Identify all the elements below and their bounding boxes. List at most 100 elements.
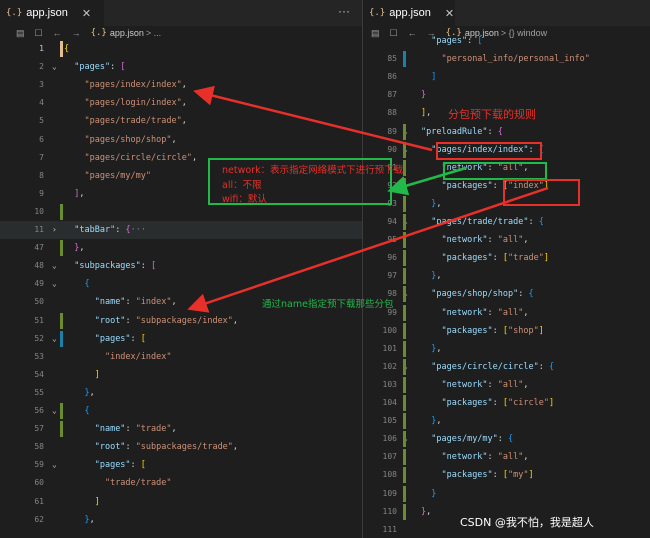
code-line[interactable]: 55 },	[0, 384, 362, 402]
code-line[interactable]: 1{	[0, 40, 362, 58]
close-icon[interactable]: ✕	[82, 7, 91, 20]
code-line[interactable]: 99 "network": "all",	[363, 304, 650, 322]
code-line[interactable]: "pages": [	[363, 32, 650, 50]
left-file-tab[interactable]: {.} app.json ✕	[0, 0, 104, 26]
code-line[interactable]: 2 ⌄ "pages": [	[0, 58, 362, 76]
split-editor-icon[interactable]: ▤	[16, 28, 25, 39]
code-line[interactable]: 95 "network": "all",	[363, 231, 650, 249]
code-line[interactable]: 102⌄ "pages/circle/circle": {	[363, 358, 650, 376]
code-line[interactable]: 61 ]	[0, 493, 362, 511]
code-line[interactable]: 56 ⌄ {	[0, 402, 362, 420]
json-key: "subpackages"	[74, 261, 141, 272]
code-line[interactable]: 101 },	[363, 340, 650, 358]
code-line[interactable]: 52 ⌄ "pages": [	[0, 330, 362, 348]
code-line[interactable]: 105 },	[363, 412, 650, 430]
json-string: "all"	[497, 452, 524, 463]
more-actions-icon[interactable]: ···	[338, 4, 350, 18]
line-number: 88	[387, 108, 397, 118]
json-punct: ,	[171, 424, 177, 435]
left-code-editor[interactable]: 1{2 ⌄ "pages": [3 "pages/index/index", 4 "…	[0, 40, 362, 538]
code-line[interactable]: 11 › "tabBar": {···	[0, 221, 362, 239]
code-line[interactable]: 58 "root": "subpackages/trade",	[0, 438, 362, 456]
json-string: "circle"	[508, 398, 549, 408]
code-line[interactable]: 3 "pages/index/index",	[0, 76, 362, 94]
json-string: "subpackages/index"	[135, 315, 233, 326]
code-text: "packages": ["trade"]	[421, 249, 549, 267]
git-change-marker	[403, 286, 406, 303]
code-line[interactable]: 86 ]	[363, 68, 650, 86]
git-change-marker	[60, 421, 63, 438]
back-arrow-icon[interactable]: ←	[53, 28, 62, 38]
json-key: "network"	[441, 235, 488, 246]
json-string: "trade"	[508, 253, 544, 264]
bookmark-icon[interactable]: ☐	[35, 28, 43, 39]
code-line[interactable]: 62 },	[0, 511, 362, 529]
code-line[interactable]: 87}	[363, 86, 650, 104]
json-string: "personal_info/personal_info"	[441, 54, 590, 65]
line-number: 50	[34, 297, 44, 307]
close-icon[interactable]: ✕	[445, 7, 454, 20]
code-line[interactable]: 5 "pages/trade/trade",	[0, 112, 362, 130]
code-line[interactable]: 96 "packages": ["trade"]	[363, 249, 650, 267]
json-key: "name"	[94, 297, 126, 308]
json-key: "pages/my/my"	[431, 434, 498, 445]
json-string: "pages/my/my"	[84, 170, 152, 181]
breadcrumb-path[interactable]: > ...	[146, 28, 161, 38]
code-line[interactable]: 106⌄ "pages/my/my": {	[363, 430, 650, 448]
code-line[interactable]: 89⌄"preloadRule": {	[363, 123, 650, 141]
code-line[interactable]: 104 "packages": ["circle"]	[363, 394, 650, 412]
code-line[interactable]: 49 ⌄ {	[0, 275, 362, 293]
chevron-down-icon[interactable]: ⌄	[52, 456, 57, 474]
code-text: ],	[421, 104, 431, 122]
json-punct: ,	[79, 243, 85, 254]
chevron-down-icon[interactable]: ⌄	[52, 402, 57, 420]
git-change-marker	[403, 141, 406, 158]
chevron-down-icon[interactable]: ⌄	[52, 58, 57, 76]
code-text: "index/index"	[64, 348, 172, 366]
code-line[interactable]: 100 "packages": ["shop"]	[363, 322, 650, 340]
code-text: "tabBar": {···	[64, 221, 146, 239]
forward-arrow-icon[interactable]: →	[72, 28, 81, 38]
code-line[interactable]: 57 "name": "trade",	[0, 420, 362, 438]
line-number: 8	[39, 170, 44, 180]
code-line[interactable]: 59 ⌄ "pages": [	[0, 456, 362, 474]
right-file-tab[interactable]: {.} app.json ✕	[363, 0, 455, 26]
code-line[interactable]: 6 "pages/shop/shop",	[0, 131, 362, 149]
code-line[interactable]: 48 ⌄ "subpackages": [	[0, 257, 362, 275]
json-string: "all"	[497, 307, 524, 318]
code-line[interactable]: 97 },	[363, 267, 650, 285]
code-line[interactable]: 85 "personal_info/personal_info"	[363, 50, 650, 68]
breadcrumb-file[interactable]: app.json	[110, 28, 144, 38]
code-line[interactable]: 10	[0, 203, 362, 221]
code-line[interactable]: 109 }	[363, 485, 650, 503]
code-text: {	[64, 275, 89, 293]
code-line[interactable]: 53 "index/index"	[0, 348, 362, 366]
json-key: "packages"	[441, 325, 493, 336]
code-line[interactable]: 108 "packages": ["my"]	[363, 466, 650, 484]
code-text: "root": "subpackages/trade",	[64, 438, 238, 456]
code-line[interactable]: 51 "root": "subpackages/index",	[0, 312, 362, 330]
git-change-marker	[403, 250, 406, 267]
chevron-down-icon[interactable]: ⌄	[52, 275, 57, 293]
code-line[interactable]: 98⌄ "pages/shop/shop": {	[363, 285, 650, 303]
code-line[interactable]: 94⌄ "pages/trade/trade": {	[363, 213, 650, 231]
json-bracket: [	[140, 333, 146, 344]
chevron-down-icon[interactable]: ⌄	[52, 257, 57, 275]
code-line[interactable]: 60 "trade/trade"	[0, 474, 362, 492]
code-line[interactable]: 4 "pages/login/index",	[0, 94, 362, 112]
chevron-down-icon[interactable]: ⌄	[52, 330, 57, 348]
code-line[interactable]: 103 "network": "all",	[363, 376, 650, 394]
code-line[interactable]: 47 },	[0, 239, 362, 257]
code-line[interactable]: 54 ]	[0, 366, 362, 384]
json-file-icon: {.}	[6, 8, 23, 18]
chevron-right-icon[interactable]: ›	[52, 221, 57, 239]
code-line[interactable]: 107 "network": "all",	[363, 448, 650, 466]
